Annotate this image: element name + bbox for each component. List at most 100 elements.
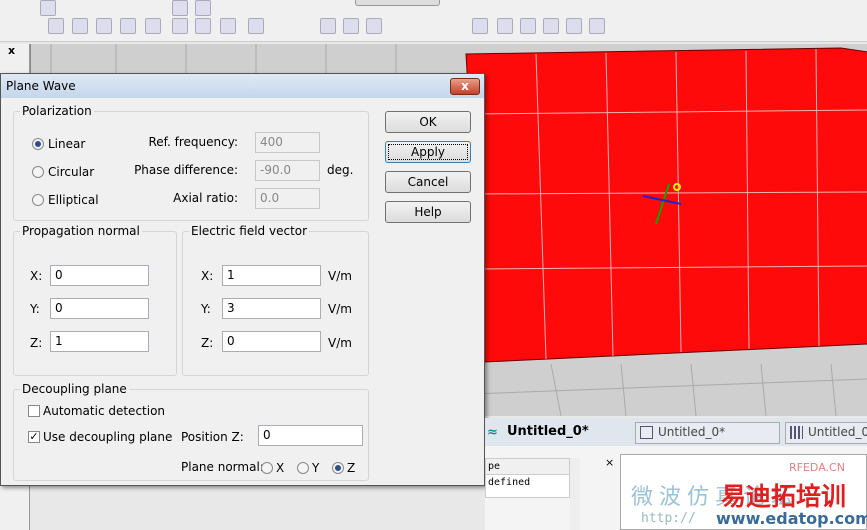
radio-normal-x[interactable] [261,462,273,474]
prop-x-label: X: [30,269,43,283]
document-tabs: ≈ Untitled_0* Untitled_0* Untitled_0:1 [485,418,867,446]
efield-y-unit: V/m [328,302,352,316]
radio-linear-label: Linear [48,137,86,151]
radio-circular[interactable] [32,166,44,178]
electric-field-group: Electric field vector X: 1 V/m Y: 3 V/m … [182,224,369,376]
toolbar-button[interactable] [40,0,56,16]
table-header: pe [486,459,569,475]
toolbar-dropdown[interactable] [355,0,440,6]
tool-button[interactable] [520,18,536,34]
watermark-brand: 易迪拓培训 [721,482,847,511]
view-button[interactable] [220,18,236,34]
radio-normal-y[interactable] [297,462,309,474]
toolbar-button[interactable] [195,0,211,16]
dialog-title: Plane Wave [6,79,76,93]
cancel-button[interactable]: Cancel [385,171,471,193]
prop-z-label: Z: [30,336,43,350]
decoupling-plane-group: Decoupling plane Automatic detection ✓ U… [13,382,369,481]
axial-ratio-label: Axial ratio: [173,191,238,205]
tool-button[interactable] [320,18,336,34]
table-cell[interactable]: defined [486,475,569,490]
tool-button[interactable] [366,18,382,34]
view-button[interactable] [48,18,64,34]
ref-frequency-label: Ref. frequency: [148,135,238,149]
wave-icon: ≈ [487,425,498,440]
toolbar-button[interactable] [172,0,188,16]
prop-x-input[interactable]: 0 [50,265,149,286]
efield-z-label: Z: [201,336,214,350]
position-z-label: Position Z: [181,430,244,444]
propagation-normal-group: Propagation normal X: 0 Y: 0 Z: 1 [13,224,177,376]
ref-frequency-input[interactable]: 400 [255,132,320,153]
efield-x-label: X: [201,269,214,283]
tab-untitled-1[interactable]: ≈ Untitled_0* [485,422,595,444]
efield-x-input[interactable]: 1 [222,265,321,286]
axial-ratio-input[interactable]: 0.0 [255,188,320,209]
prop-y-input[interactable]: 0 [50,298,149,319]
automatic-detection-label: Automatic detection [43,404,166,418]
phase-unit: deg. [327,163,354,177]
tool-button[interactable] [566,18,582,34]
tab-label: Untitled_0* [658,425,726,439]
tool-button[interactable] [589,18,605,34]
polarization-group: Polarization Linear Circular Elliptical … [13,104,369,221]
close-icon[interactable]: × [605,456,614,469]
tab-label: Untitled_0* [507,424,589,439]
ok-button[interactable]: OK [385,111,471,133]
properties-table: pe defined [485,458,570,498]
use-decoupling-checkbox[interactable]: ✓ [28,431,40,443]
watermark-site: RFEDA.CN [789,461,845,474]
dialog-titlebar[interactable]: Plane Wave x [1,74,484,98]
efield-y-input[interactable]: 3 [222,298,321,319]
tab-untitled-3[interactable]: Untitled_0:1 [785,422,867,444]
radio-normal-x-label: X [276,461,285,475]
tab-untitled-2[interactable]: Untitled_0* [635,422,780,444]
bottom-panel: pe defined × RFEDA.CN 微波仿真论坛 易迪拓培训 http:… [485,446,867,530]
plane-wave-dialog: Plane Wave x Polarization Linear Circula… [0,73,485,486]
radio-elliptical-label: Elliptical [48,193,99,207]
radio-normal-z[interactable] [332,462,344,474]
radio-circular-label: Circular [48,165,95,179]
group-label: Polarization [20,104,94,118]
view-button[interactable] [145,18,161,34]
position-z-input[interactable]: 0 [258,425,363,446]
radio-normal-y-label: Y [312,461,320,475]
tool-button[interactable] [472,18,488,34]
grid-icon [790,426,803,439]
prop-z-input[interactable]: 1 [50,331,149,352]
efield-z-unit: V/m [328,336,352,350]
view-button[interactable] [72,18,88,34]
efield-z-input[interactable]: 0 [222,331,321,352]
help-button[interactable]: Help [385,201,471,223]
view-button[interactable] [96,18,112,34]
view-button[interactable] [248,18,264,34]
prop-y-label: Y: [30,302,40,316]
group-label: Propagation normal [20,224,142,238]
tool-button[interactable] [343,18,359,34]
tool-button[interactable] [543,18,559,34]
close-icon[interactable]: x [450,78,480,95]
scrollbar[interactable] [570,458,580,530]
radio-linear[interactable] [32,138,44,150]
tab-label: Untitled_0:1 [808,425,867,439]
automatic-detection-checkbox[interactable] [28,405,40,417]
watermark-http: http:// [641,511,696,526]
view-button[interactable] [172,18,188,34]
toolbar [0,0,867,42]
use-decoupling-label: Use decoupling plane [43,430,173,444]
view-button[interactable] [195,18,211,34]
apply-button[interactable]: Apply [385,141,471,163]
radio-normal-z-label: Z [347,461,356,475]
close-icon[interactable]: x [8,44,15,57]
tool-button[interactable] [497,18,513,34]
plane-surface [465,47,867,363]
phase-difference-label: Phase difference: [134,163,238,177]
efield-x-unit: V/m [328,269,352,283]
view-button[interactable] [120,18,136,34]
schematic-icon [640,426,653,439]
phase-difference-input[interactable]: -90.0 [255,160,320,181]
efield-y-label: Y: [201,302,211,316]
radio-elliptical[interactable] [32,194,44,206]
group-label: Decoupling plane [20,382,129,396]
preview-pane: RFEDA.CN 微波仿真论坛 易迪拓培训 http:// www.edatop… [620,454,867,530]
